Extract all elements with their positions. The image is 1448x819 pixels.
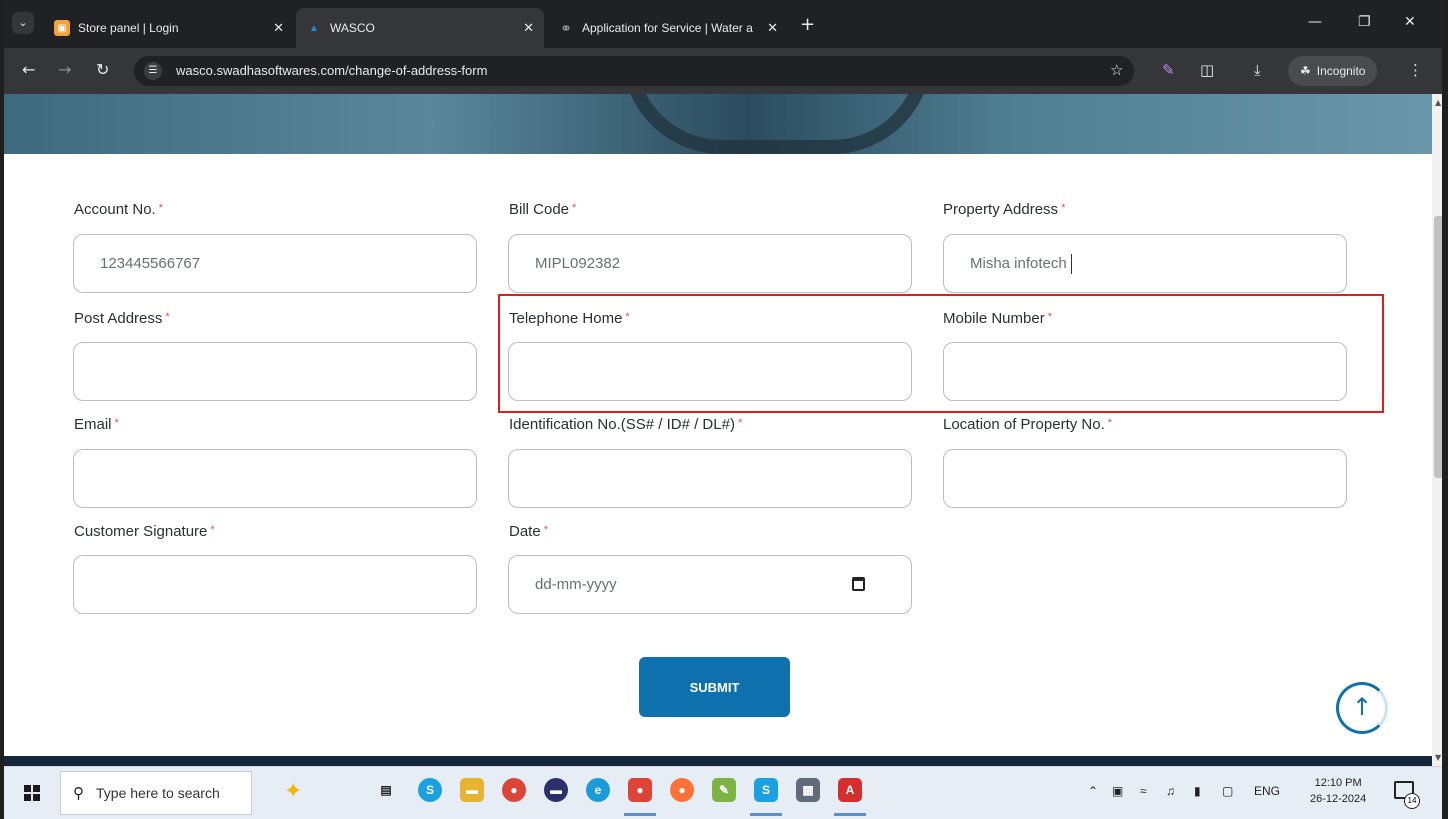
search-placeholder: Type here to search: [96, 785, 220, 801]
submit-button[interactable]: SUBMIT: [639, 657, 790, 717]
text-cursor: [1070, 253, 1072, 274]
bill-code-label: Bill Code *: [509, 201, 577, 218]
tab-title: WASCO: [330, 21, 375, 35]
tab-title: Store panel | Login: [78, 21, 179, 35]
notification-count-badge: 14: [1404, 793, 1420, 809]
page-content: Account No. * 123445566767 Bill Code * MIP…: [4, 94, 1432, 766]
system-clock[interactable]: 12:10 PM 26-12-2024: [1310, 775, 1366, 807]
identification-no-input[interactable]: [508, 449, 912, 508]
post-address-input[interactable]: [73, 342, 477, 401]
reload-icon[interactable]: ↻: [96, 60, 109, 79]
date-placeholder: dd-mm-yyyy: [535, 576, 617, 593]
property-address-value: Misha infotech: [970, 255, 1067, 272]
tab-search-menu-icon[interactable]: ⌄: [12, 12, 34, 34]
calendar-icon[interactable]: [852, 577, 865, 591]
scroll-up-arrow-icon[interactable]: ▲: [1435, 98, 1441, 107]
volume-icon[interactable]: ♫: [1166, 784, 1175, 798]
email-input[interactable]: [73, 449, 477, 508]
clock-time: 12:10 PM: [1314, 777, 1362, 789]
windows-start-icon[interactable]: [24, 785, 40, 801]
browser-tab-strip: ⌄ ▣ Store panel | Login ✕ ▲ WASCO ✕ ⚭ Ap…: [4, 0, 1442, 48]
eclipse-icon[interactable]: ▬: [544, 778, 568, 802]
post-address-label: Post Address *: [74, 310, 170, 327]
store-icon: ▣: [54, 20, 70, 36]
url-text: wasco.swadhasoftwares.com/change-of-addr…: [176, 63, 488, 78]
extension-pen-icon[interactable]: ✎: [1162, 61, 1175, 79]
account-no-input[interactable]: 123445566767: [73, 234, 477, 293]
email-label: Email *: [74, 416, 119, 433]
close-icon[interactable]: ✕: [523, 20, 534, 36]
scroll-to-top-icon[interactable]: ↑: [1336, 682, 1388, 734]
skype-icon[interactable]: S: [418, 778, 442, 802]
incognito-icon: ☘: [1300, 64, 1311, 78]
notepad-icon[interactable]: ✎: [712, 778, 736, 802]
bookmark-star-icon[interactable]: ☆: [1110, 61, 1123, 79]
tab-wasco[interactable]: ▲ WASCO ✕: [296, 8, 544, 48]
page-scrollbar[interactable]: ▲ ▼: [1432, 94, 1442, 766]
calculator-icon[interactable]: ▦: [796, 778, 820, 802]
incognito-badge[interactable]: ☘ Incognito: [1288, 56, 1378, 86]
browser-toolbar: ← → ↻ ☰ wasco.swadhasoftwares.com/change…: [4, 48, 1442, 94]
clock-date: 26-12-2024: [1310, 793, 1367, 805]
highlight-box: [498, 294, 1384, 413]
tab-title: Application for Service | Water a: [582, 21, 753, 35]
footer-strip: [4, 756, 1432, 766]
copilot-sparkle-icon[interactable]: ✦: [284, 779, 302, 804]
wifi-icon[interactable]: ≈: [1140, 784, 1147, 798]
windows-taskbar: ⚲ Type here to search ✦ ▤ S ▬ ● ▬ e ● ● …: [4, 766, 1442, 819]
account-no-label: Account No. *: [74, 201, 163, 218]
bill-code-value: MIPL092382: [535, 255, 621, 272]
date-label: Date *: [509, 523, 548, 540]
search-icon: ⚲: [73, 785, 84, 802]
extensions-icon[interactable]: ◫: [1200, 61, 1214, 79]
incognito-label: Incognito: [1316, 64, 1366, 78]
customer-signature-label: Customer Signature *: [74, 523, 215, 540]
battery-icon[interactable]: ▮: [1194, 784, 1201, 798]
customer-signature-input[interactable]: [73, 555, 477, 614]
back-icon[interactable]: ←: [22, 60, 35, 79]
globe-icon: ⚭: [560, 19, 572, 36]
acrobat-icon[interactable]: A: [834, 778, 866, 816]
firefox-icon[interactable]: ●: [670, 778, 694, 802]
close-icon[interactable]: ✕: [767, 20, 778, 36]
scroll-thumb[interactable]: [1434, 216, 1442, 478]
property-address-input[interactable]: Misha infotech: [943, 234, 1347, 293]
hero-banner-image: [4, 94, 1432, 154]
close-icon[interactable]: ✕: [273, 20, 284, 36]
file-explorer-icon[interactable]: ▬: [460, 778, 484, 802]
restore-icon[interactable]: ❐: [1358, 14, 1371, 30]
date-input[interactable]: dd-mm-yyyy: [508, 555, 912, 614]
download-icon[interactable]: ⤓: [1254, 61, 1261, 79]
taskbar-search-input[interactable]: ⚲ Type here to search: [60, 771, 252, 815]
chrome-icon[interactable]: ●: [502, 778, 526, 802]
scroll-down-arrow-icon[interactable]: ▼: [1435, 753, 1441, 762]
minimize-icon[interactable]: —: [1308, 14, 1322, 30]
location-of-property-input[interactable]: [943, 449, 1347, 508]
new-tab-icon[interactable]: +: [800, 16, 815, 34]
address-bar[interactable]: ☰ wasco.swadhasoftwares.com/change-of-ad…: [134, 56, 1134, 86]
chrome-running-icon[interactable]: ●: [624, 778, 656, 816]
language-indicator[interactable]: ENG: [1254, 784, 1280, 798]
water-drop-icon: ▲: [309, 22, 319, 34]
task-view-icon[interactable]: ▤: [374, 778, 398, 802]
tray-chevron-icon[interactable]: ⌃: [1088, 784, 1098, 798]
location-of-property-label: Location of Property No. *: [943, 416, 1113, 433]
tray-app-icon[interactable]: ▣: [1112, 784, 1123, 798]
window-close-icon[interactable]: ✕: [1404, 14, 1416, 30]
identification-no-label: Identification No.(SS# / ID# / DL#) *: [509, 416, 743, 433]
property-address-label: Property Address *: [943, 201, 1066, 218]
skype-running-icon[interactable]: S: [750, 778, 782, 816]
menu-icon[interactable]: ⋮: [1408, 61, 1423, 79]
banner-wheel-graphic: [622, 94, 932, 154]
forward-icon[interactable]: →: [58, 60, 71, 79]
site-info-icon[interactable]: ☰: [144, 62, 162, 80]
tab-application-for-service[interactable]: ⚭ Application for Service | Water a ✕: [548, 8, 788, 48]
tab-store-panel[interactable]: ▣ Store panel | Login ✕: [44, 8, 294, 48]
screen: ⌄ ▣ Store panel | Login ✕ ▲ WASCO ✕ ⚭ Ap…: [0, 0, 1448, 819]
meet-now-icon[interactable]: ▢: [1222, 784, 1233, 798]
edge-icon[interactable]: e: [586, 778, 610, 802]
account-no-value: 123445566767: [100, 255, 201, 272]
bill-code-input[interactable]: MIPL092382: [508, 234, 912, 293]
